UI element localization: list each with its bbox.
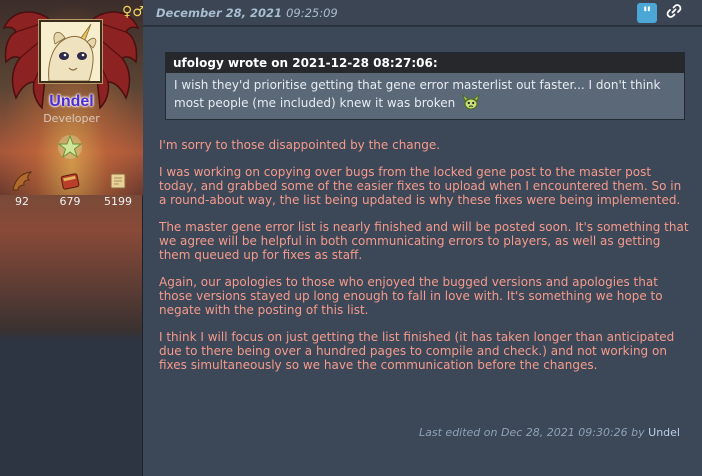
edit-notice-text: Last edited on Dec 28, 2021 09:30:26 by xyxy=(419,426,645,439)
quote-icon: " xyxy=(642,4,652,24)
quote-block: ufology wrote on 2021-12-28 08:27:06: I … xyxy=(165,52,685,120)
book-icon xyxy=(60,173,80,190)
message-paragraph: I was working on copying over bugs from … xyxy=(159,165,682,207)
user-role: Developer xyxy=(43,112,100,125)
post-timestamp: December 28, 2021 09:25:09 xyxy=(156,6,338,20)
stat-value: 679 xyxy=(59,195,81,208)
stat-scrolls[interactable]: 5199 xyxy=(100,170,136,208)
edit-notice: Last edited on Dec 28, 2021 09:30:26 by … xyxy=(419,426,680,439)
stat-value: 92 xyxy=(15,195,29,208)
username[interactable]: Undel xyxy=(0,93,143,111)
post-message: I'm sorry to those disappointed by the c… xyxy=(159,138,689,386)
permalink-button[interactable] xyxy=(664,3,684,23)
post-date: December 28, 2021 xyxy=(156,6,283,20)
wing-icon xyxy=(12,171,33,191)
stat-wings[interactable]: 92 xyxy=(4,170,40,208)
stat-value: 5199 xyxy=(104,195,132,208)
gender-icon: ♀♂ xyxy=(122,4,145,20)
post-time: 09:25:09 xyxy=(286,6,338,20)
stat-books[interactable]: 679 xyxy=(52,170,88,208)
user-sidebar: ♀♂ Undel Developer 92 679 5199 xyxy=(0,0,145,476)
unicorn-avatar-icon xyxy=(41,22,100,81)
quote-button[interactable]: " xyxy=(637,3,657,24)
star-icon xyxy=(57,134,83,159)
message-paragraph: I'm sorry to those disappointed by the c… xyxy=(159,138,441,152)
avatar[interactable] xyxy=(39,20,102,83)
dragon-emote-icon xyxy=(462,93,480,110)
link-icon xyxy=(666,4,682,18)
post-body: ufology wrote on 2021-12-28 08:27:06: I … xyxy=(143,27,702,476)
editor-username-link[interactable]: Undel xyxy=(648,426,680,439)
post-header: December 28, 2021 09:25:09 " xyxy=(143,0,702,26)
quote-content: I wish they'd prioritise getting that ge… xyxy=(166,73,684,115)
message-paragraph: The master gene error list is nearly fin… xyxy=(159,220,689,262)
message-paragraph: I think I will focus on just getting the… xyxy=(159,330,675,372)
message-paragraph: Again, our apologies to those who enjoye… xyxy=(159,275,663,317)
scroll-icon xyxy=(110,173,126,189)
quote-text: I wish they'd prioritise getting that ge… xyxy=(174,78,661,110)
quote-header: ufology wrote on 2021-12-28 08:27:06: xyxy=(166,53,684,73)
